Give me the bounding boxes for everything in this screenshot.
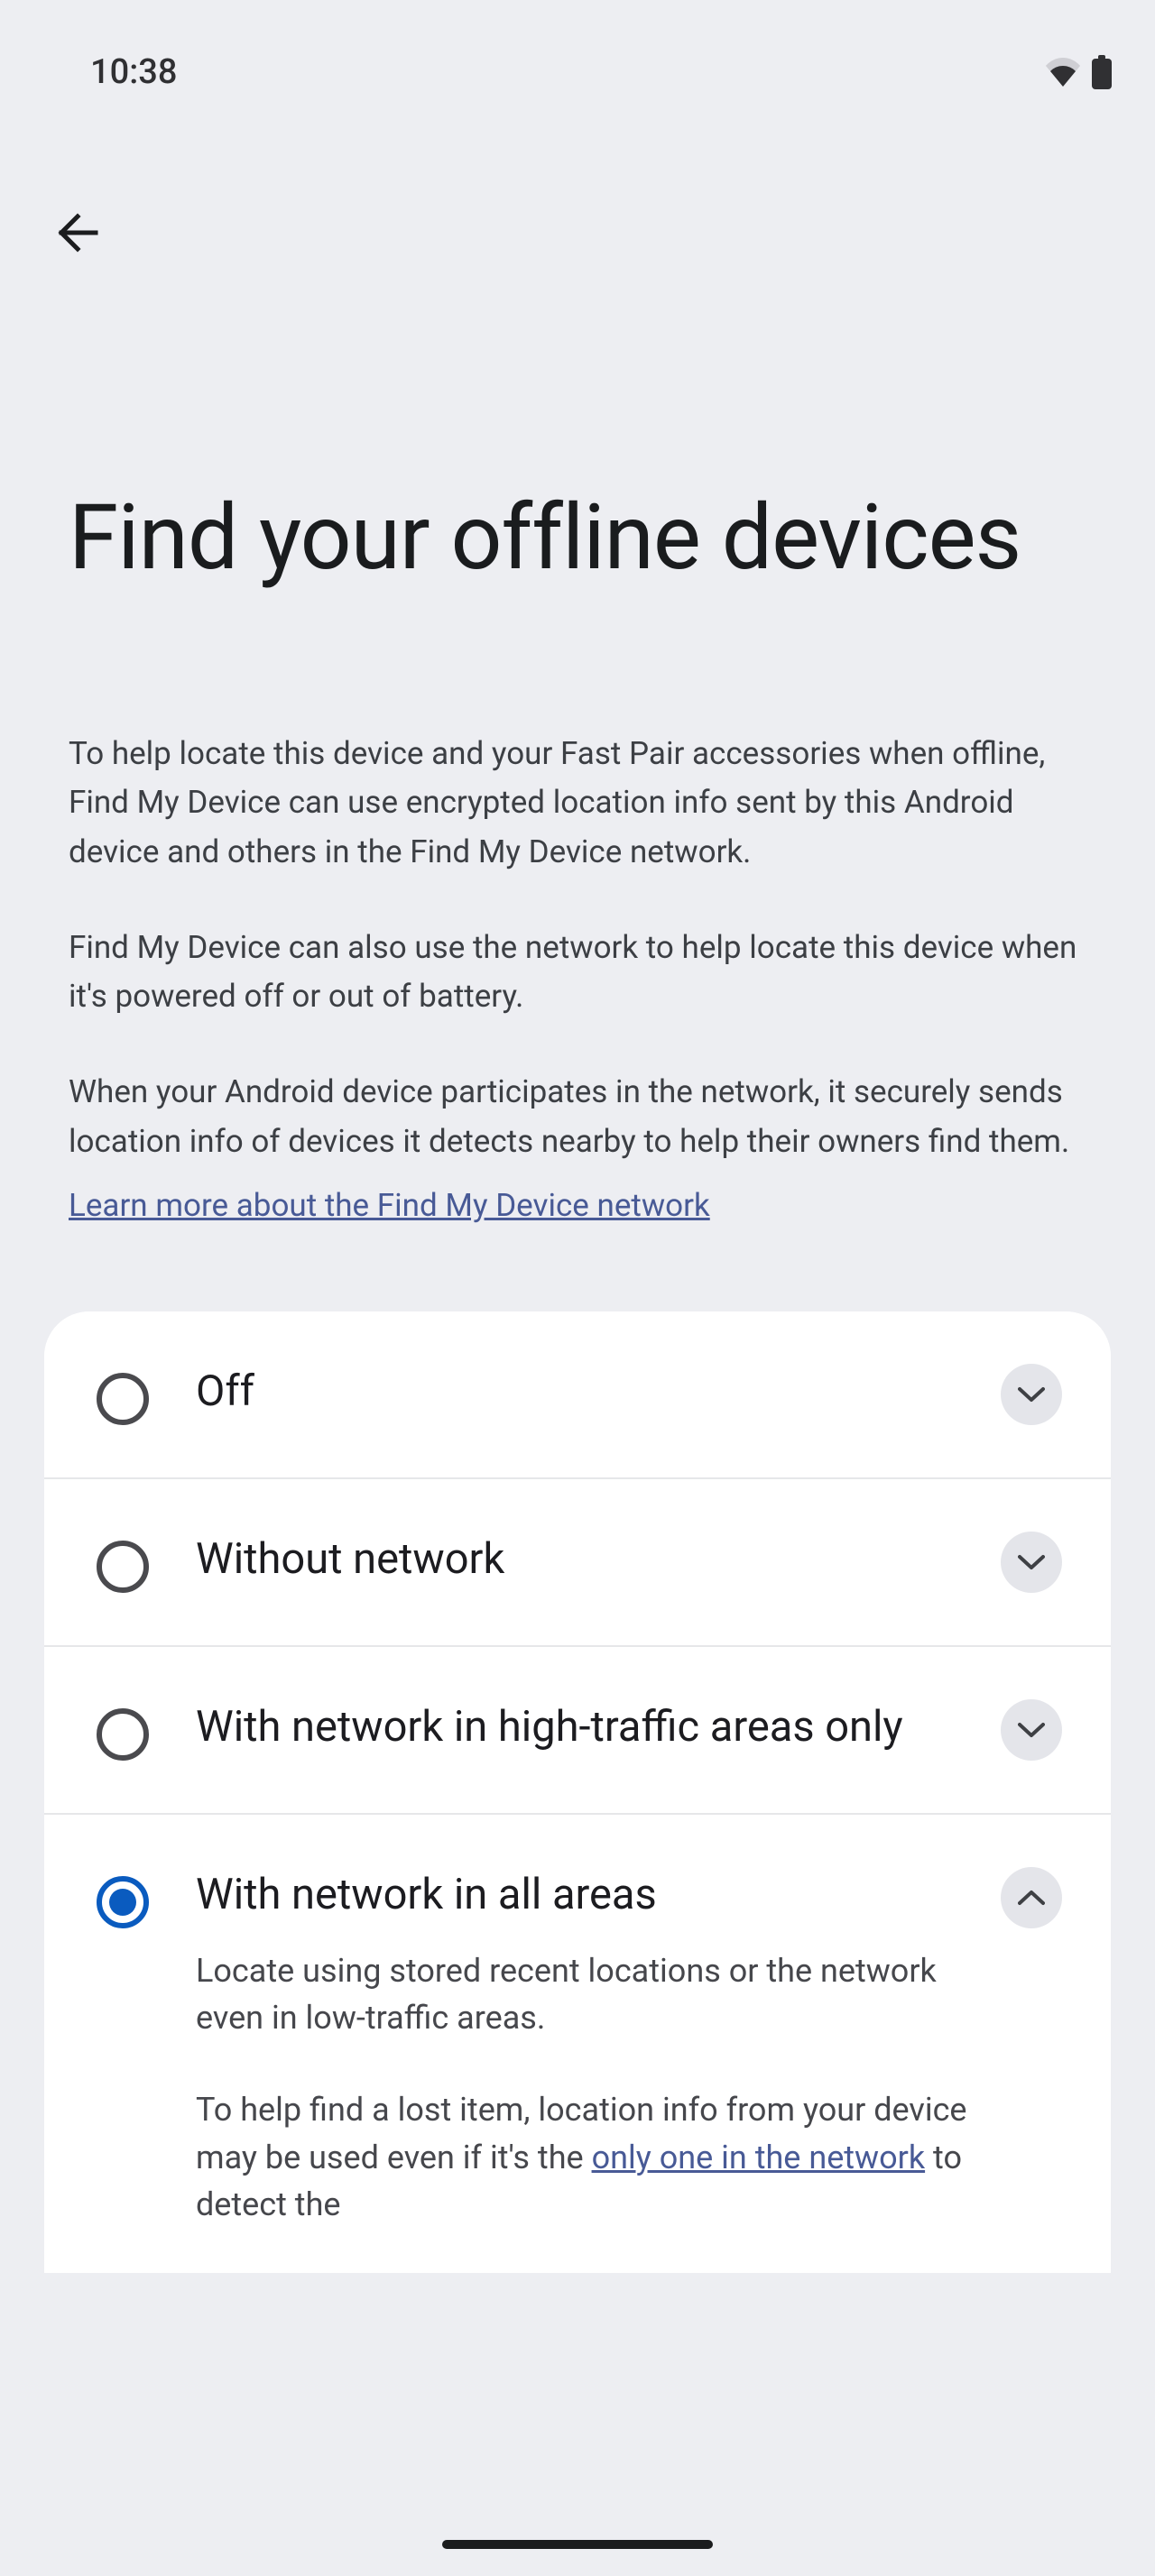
option-off[interactable]: Off [44,1311,1111,1479]
back-button[interactable] [51,207,105,262]
option-off-label: Off [196,1364,972,1419]
expand-high-traffic-button[interactable] [1001,1699,1062,1761]
radio-off[interactable] [97,1373,149,1425]
radio-without-network[interactable] [97,1541,149,1593]
option-without-network-label: Without network [196,1532,972,1587]
option-all-areas-description: Locate using stored recent locations or … [196,1947,972,2228]
status-icons-group [1045,55,1112,89]
intro-paragraph-3: When your Android device participates in… [69,1068,1086,1166]
status-time: 10:38 [90,52,177,92]
option-all-areas[interactable]: With network in all areas Locate using s… [44,1815,1111,2273]
expand-off-button[interactable] [1001,1364,1062,1425]
learn-more-link[interactable]: Learn more about the Find My Device netw… [69,1182,710,1230]
battery-icon [1092,55,1112,89]
only-one-link[interactable]: only one in the network [592,2139,926,2176]
option-high-traffic[interactable]: With network in high-traffic areas only [44,1647,1111,1815]
chevron-up-icon [1018,1890,1045,1906]
radio-high-traffic[interactable] [97,1708,149,1761]
wifi-icon [1045,58,1081,87]
option-high-traffic-label: With network in high-traffic areas only [196,1699,972,1754]
radio-all-areas[interactable] [97,1876,149,1928]
chevron-down-icon [1018,1722,1045,1738]
arrow-back-icon [56,211,99,258]
option-all-areas-label: With network in all areas [196,1867,972,1922]
intro-text: To help locate this device and your Fast… [69,730,1086,1230]
expand-without-network-button[interactable] [1001,1532,1062,1593]
app-bar [0,108,1155,262]
intro-paragraph-2: Find My Device can also use the network … [69,924,1086,1022]
option-all-areas-desc1: Locate using stored recent locations or … [196,1947,972,2041]
chevron-down-icon [1018,1386,1045,1403]
option-without-network[interactable]: Without network [44,1479,1111,1647]
intro-paragraph-1: To help locate this device and your Fast… [69,730,1086,877]
options-card: Off Without network With network i [44,1311,1111,2273]
status-bar: 10:38 [0,0,1155,108]
collapse-all-areas-button[interactable] [1001,1867,1062,1928]
page-title: Find your offline devices [69,487,1086,590]
home-indicator[interactable] [442,2540,713,2549]
chevron-down-icon [1018,1554,1045,1570]
option-all-areas-desc2: To help find a lost item, location info … [196,2086,972,2228]
